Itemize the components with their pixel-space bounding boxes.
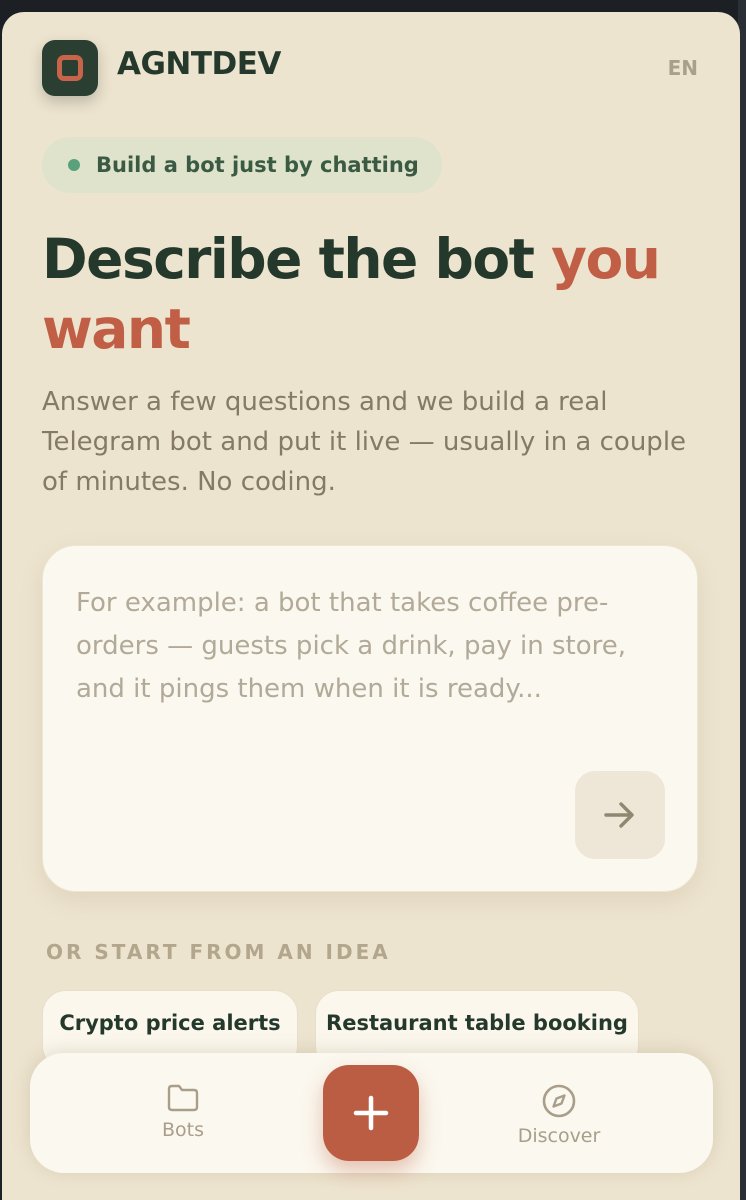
compass-icon bbox=[542, 1084, 576, 1118]
nav-label-discover: Discover bbox=[517, 1125, 601, 1147]
feature-badge: Build a bot just by chatting bbox=[42, 137, 442, 193]
bottom-nav: Bots Discover bbox=[30, 1053, 713, 1173]
ideas-label: OR START FROM AN IDEA bbox=[46, 940, 391, 964]
arrow-right-icon bbox=[604, 802, 634, 828]
nav-label-bots: Bots bbox=[161, 1119, 204, 1141]
bot-description-card bbox=[42, 545, 698, 892]
title-main: Describe the bot bbox=[42, 227, 552, 291]
nav-item-bots[interactable]: Bots bbox=[113, 1083, 253, 1141]
page-title: Describe the bot you want bbox=[42, 224, 702, 364]
nav-item-discover[interactable]: Discover bbox=[489, 1083, 629, 1147]
bot-description-input[interactable] bbox=[76, 582, 666, 782]
page-subtitle: Answer a few questions and we build a re… bbox=[42, 387, 687, 497]
folder-icon bbox=[167, 1084, 199, 1112]
language-switch[interactable]: EN bbox=[668, 56, 698, 80]
app-logo-icon[interactable] bbox=[42, 40, 98, 96]
brand-name: AGNTDEV bbox=[117, 46, 281, 82]
create-bot-button[interactable] bbox=[323, 1065, 419, 1161]
send-button[interactable] bbox=[575, 771, 665, 859]
status-dot-icon bbox=[68, 159, 80, 171]
badge-text: Build a bot just by chatting bbox=[96, 153, 419, 177]
app-screen: AGNTDEV EN Build a bot just by chatting … bbox=[2, 12, 740, 1200]
plus-icon bbox=[353, 1095, 389, 1131]
